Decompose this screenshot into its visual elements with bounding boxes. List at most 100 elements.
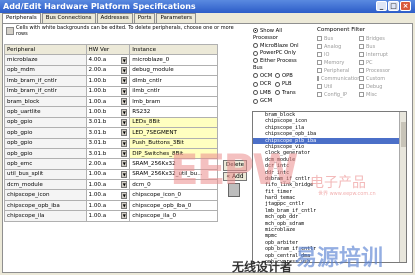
chevron-down-icon[interactable]: ▼ xyxy=(121,160,128,168)
hw-ver-cell[interactable]: 1.00.b ▼ xyxy=(85,85,131,97)
minimize-button[interactable]: _ xyxy=(376,1,387,11)
filter-option[interactable]: Debug xyxy=(359,83,401,90)
chevron-down-icon[interactable]: ▼ xyxy=(121,129,128,137)
chevron-down-icon[interactable]: ▼ xyxy=(121,212,128,220)
chevron-down-icon[interactable]: ▼ xyxy=(121,56,128,64)
bus-option-opb[interactable]: OPB xyxy=(275,72,297,79)
hw-ver-dropdown[interactable]: 2.00.a ▼ xyxy=(89,160,128,168)
filter-option[interactable]: Processor xyxy=(359,67,401,74)
scroll-thumb[interactable] xyxy=(401,122,406,147)
tab-bus-connections[interactable]: Bus Connections xyxy=(41,13,96,23)
bus-option-lmb[interactable]: LMB xyxy=(253,89,275,96)
hw-ver-dropdown[interactable]: 1.00.b ▼ xyxy=(89,87,128,95)
bus-option-dcr[interactable]: DCR xyxy=(253,81,275,88)
hw-ver-cell[interactable]: 1.00.b ▼ xyxy=(85,106,131,118)
filter-option[interactable]: Bridges xyxy=(359,35,401,42)
hw-ver-cell[interactable]: 3.01.b ▼ xyxy=(85,147,131,160)
hw-ver-cell[interactable]: 3.01.b ▼ xyxy=(85,137,131,149)
hw-ver-cell[interactable]: 3.01.b ▼ xyxy=(85,116,131,129)
hw-ver-cell[interactable]: 2.00.a ▼ xyxy=(85,64,131,77)
table-row[interactable]: lmb_bram_if_cntlr 1.00.b ▼ dlmb_cntlr xyxy=(4,75,218,87)
instance-cell[interactable]: chipscope_ila_0 xyxy=(129,210,218,222)
table-row[interactable]: opb_gpio 3.01.b ▼ LEDs_8Bit xyxy=(4,116,218,129)
chevron-down-icon[interactable]: ▼ xyxy=(121,191,128,199)
hw-ver-dropdown[interactable]: 1.00.a ▼ xyxy=(89,202,128,210)
hw-ver-dropdown[interactable]: 3.01.b ▼ xyxy=(89,139,128,147)
filter-option[interactable]: PC xyxy=(359,59,401,66)
chevron-down-icon[interactable]: ▼ xyxy=(121,66,128,74)
hw-ver-cell[interactable]: 1.00.a ▼ xyxy=(85,210,131,222)
table-row[interactable]: chipscope_ila 1.00.a ▼ chipscope_ila_0 xyxy=(4,210,218,222)
hw-ver-dropdown[interactable]: 2.00.a ▼ xyxy=(89,66,128,74)
table-row[interactable]: microblaze 4.00.a ▼ microblaze_0 xyxy=(4,54,218,66)
hw-ver-cell[interactable]: 1.00.a ▼ xyxy=(85,179,131,191)
instance-cell[interactable]: LEDs_8Bit xyxy=(129,116,218,129)
filter-option[interactable]: IO xyxy=(317,51,359,58)
chevron-down-icon[interactable]: ▼ xyxy=(121,118,128,126)
filter-option[interactable]: Config_IP xyxy=(317,91,359,98)
hw-ver-dropdown[interactable]: 1.00.a ▼ xyxy=(89,170,128,178)
hw-ver-cell[interactable]: 1.00.b ▼ xyxy=(85,75,131,87)
hw-ver-dropdown[interactable]: 1.00.a ▼ xyxy=(89,181,128,189)
maximize-button[interactable]: □ xyxy=(388,1,399,11)
filter-option[interactable]: Bus xyxy=(359,43,401,50)
tab-parameters[interactable]: Parameters xyxy=(156,13,196,23)
hw-ver-dropdown[interactable]: 3.01.b ▼ xyxy=(89,118,128,126)
instance-cell[interactable]: debug_module xyxy=(129,64,218,77)
chevron-down-icon[interactable]: ▼ xyxy=(121,87,128,95)
list-scrollbar[interactable] xyxy=(399,112,406,262)
hw-ver-dropdown[interactable]: 3.01.b ▼ xyxy=(89,150,128,158)
table-row[interactable]: lmb_bram_if_cntlr 1.00.b ▼ ilmb_cntlr xyxy=(4,85,218,97)
tab-addresses[interactable]: Addresses xyxy=(96,13,133,23)
instance-cell[interactable]: ilmb_cntlr xyxy=(129,85,218,97)
column-header-hw-ver[interactable]: HW Ver xyxy=(85,43,131,56)
chevron-down-icon[interactable]: ▼ xyxy=(121,170,128,178)
instance-cell[interactable]: lmb_bram xyxy=(129,95,218,108)
table-row[interactable]: opb_gpio 3.01.b ▼ LED_7SEGMENT xyxy=(4,127,218,139)
bus-option-plb[interactable]: PLB xyxy=(275,81,297,88)
instance-cell[interactable]: chipscope_opb_iba_0 xyxy=(129,199,218,212)
hw-ver-dropdown[interactable]: 1.00.b ▼ xyxy=(89,77,128,85)
table-row[interactable]: opb_mdm 2.00.a ▼ debug_module xyxy=(4,64,218,77)
column-header-instance[interactable]: Instance xyxy=(129,43,218,56)
hw-ver-dropdown[interactable]: 3.01.b ▼ xyxy=(89,129,128,137)
hw-ver-dropdown[interactable]: 1.00.a ▼ xyxy=(89,191,128,199)
bus-option-ocm[interactable]: OCM xyxy=(253,72,275,79)
bus-option-gcm[interactable]: GCM xyxy=(253,98,275,105)
filter-option[interactable]: Peripheral xyxy=(317,67,359,74)
instance-cell[interactable]: microblaze_0 xyxy=(129,54,218,66)
table-row[interactable]: chipscope_opb_iba 1.00.a ▼ chipscope_opb_ib… xyxy=(4,199,218,212)
instance-cell[interactable]: LED_7SEGMENT xyxy=(129,127,218,139)
filter-option[interactable]: Communication xyxy=(317,75,360,82)
chevron-down-icon[interactable]: ▼ xyxy=(121,139,128,147)
filter-option[interactable]: Custom xyxy=(359,75,401,82)
table-row[interactable]: opb_uartlite 1.00.b ▼ RS232 xyxy=(4,106,218,118)
chevron-down-icon[interactable]: ▼ xyxy=(121,202,128,210)
filter-option[interactable]: Bus xyxy=(317,35,359,42)
hw-ver-cell[interactable]: 2.00.a ▼ xyxy=(85,158,131,170)
filter-option[interactable]: Memory xyxy=(317,59,359,66)
tab-ports[interactable]: Ports xyxy=(133,13,156,23)
filter-option[interactable]: Analog xyxy=(317,43,359,50)
hw-ver-cell[interactable]: 1.00.a ▼ xyxy=(85,95,131,108)
bus-option-trans[interactable]: Trans xyxy=(275,89,297,96)
instance-cell[interactable]: RS232 xyxy=(129,106,218,118)
chevron-down-icon[interactable]: ▼ xyxy=(121,77,128,85)
hw-ver-dropdown[interactable]: 1.00.a ▼ xyxy=(89,212,128,220)
hw-ver-dropdown[interactable]: 1.00.a ▼ xyxy=(89,98,128,106)
column-header-peripheral[interactable]: Peripheral xyxy=(4,43,87,56)
close-button[interactable]: × xyxy=(400,1,411,11)
instance-cell[interactable]: dlmb_cntlr xyxy=(129,75,218,87)
hw-ver-cell[interactable]: 3.01.b ▼ xyxy=(85,127,131,139)
chevron-down-icon[interactable]: ▼ xyxy=(121,98,128,106)
hw-ver-cell[interactable]: 1.00.a ▼ xyxy=(85,199,131,212)
filter-option[interactable]: Misc xyxy=(359,91,401,98)
table-row[interactable]: bram_block 1.00.a ▼ lmb_bram xyxy=(4,95,218,108)
filter-option[interactable]: Interrupt xyxy=(359,51,401,58)
chevron-down-icon[interactable]: ▼ xyxy=(121,108,128,116)
hw-ver-cell[interactable]: 4.00.a ▼ xyxy=(85,54,131,66)
hw-ver-cell[interactable]: 1.00.a ▼ xyxy=(85,168,131,181)
filter-option[interactable]: Util xyxy=(317,83,359,90)
chevron-down-icon[interactable]: ▼ xyxy=(121,181,128,189)
hw-ver-dropdown[interactable]: 4.00.a ▼ xyxy=(89,56,128,64)
